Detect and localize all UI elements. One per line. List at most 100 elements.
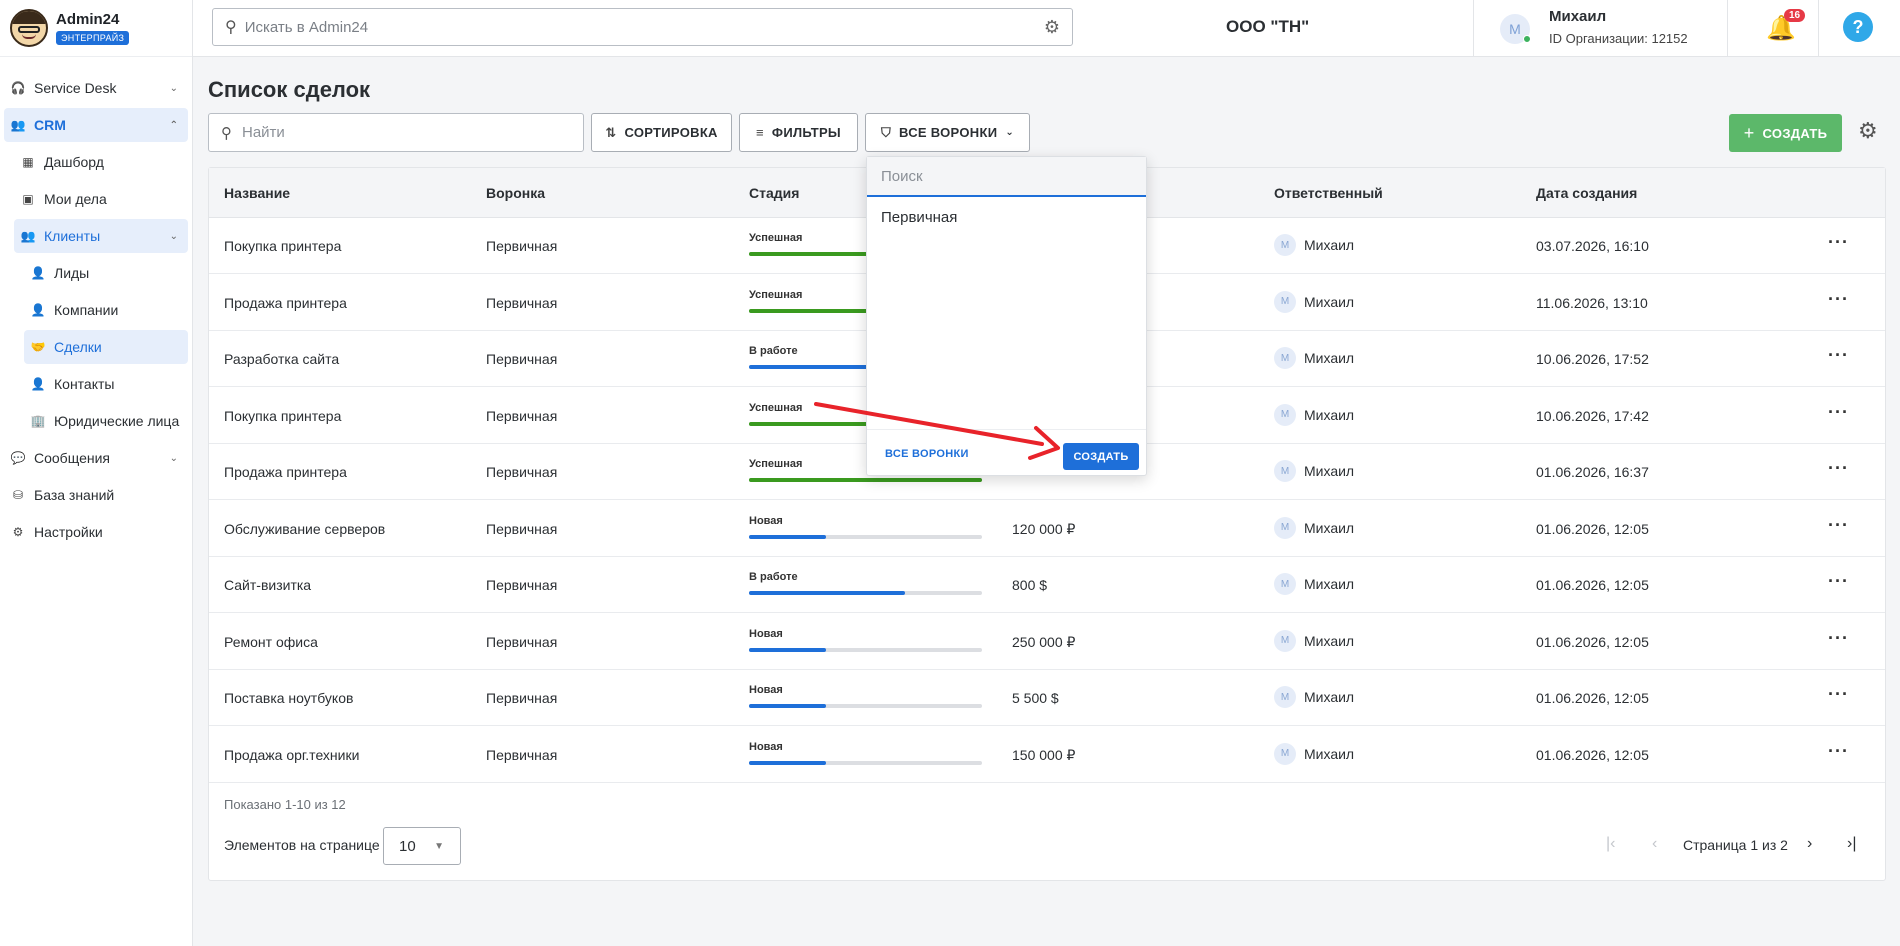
- table-row[interactable]: Сайт-визитка Первичная В работе 800 $ M …: [209, 557, 1885, 613]
- deal-name[interactable]: Продажа орг.техники: [224, 747, 359, 763]
- sidebar-item-messages[interactable]: 💬 Сообщения ⌄: [4, 441, 188, 475]
- table-row[interactable]: Ремонт офиса Первичная Новая 250 000 ₽ M…: [209, 614, 1885, 670]
- sidebar-item-my-tasks[interactable]: ▣ Мои дела: [14, 182, 188, 216]
- deal-search[interactable]: ⚲: [208, 113, 584, 152]
- deal-responsible: M Михаил: [1274, 573, 1354, 595]
- more-options-icon[interactable]: ···: [1828, 458, 1849, 479]
- deal-amount: 120 000 ₽: [1012, 520, 1076, 537]
- stage-label: В работе: [749, 571, 798, 583]
- sidebar-item-label: Дашборд: [44, 154, 104, 170]
- building-icon: 🏢: [30, 414, 46, 428]
- stage-label: Новая: [749, 514, 783, 527]
- sidebar-item-crm[interactable]: 👥 CRM ⌃: [4, 108, 188, 142]
- funnel-search-input[interactable]: [881, 167, 1121, 185]
- avatar: M: [1274, 742, 1296, 765]
- more-options-icon[interactable]: ···: [1828, 345, 1849, 366]
- avatar: M: [1274, 347, 1296, 369]
- deal-created-date: 01.06.2026, 12:05: [1536, 577, 1649, 593]
- column-header-created[interactable]: Дата создания: [1536, 185, 1637, 201]
- deal-created-date: 11.06.2026, 13:10: [1536, 294, 1648, 311]
- table-row[interactable]: Продажа орг.техники Первичная Новая 150 …: [209, 727, 1885, 783]
- chevron-down-icon: ⌄: [169, 82, 178, 94]
- column-header-funnel[interactable]: Воронка: [486, 185, 545, 201]
- responsible-name: Михаил: [1304, 632, 1355, 649]
- funnel-option-primary[interactable]: Первичная: [881, 209, 957, 226]
- per-page-value: 10: [399, 837, 416, 855]
- page-indicator: Страница 1 из 2: [1683, 837, 1788, 853]
- table-settings-gear-icon[interactable]: ⚙: [1858, 118, 1878, 144]
- deal-name[interactable]: Продажа принтера: [224, 464, 347, 480]
- user-menu[interactable]: M Михаил ID Организации: 12152: [1473, 0, 1728, 57]
- deal-amount: 5 500 $: [1012, 690, 1059, 706]
- next-page-icon[interactable]: ›: [1807, 835, 1812, 853]
- last-page-icon[interactable]: ›|: [1847, 835, 1856, 853]
- global-search[interactable]: ⚲ ⚙: [212, 8, 1073, 46]
- gear-icon: ⚙: [12, 525, 24, 539]
- deal-created-date: 03.07.2026, 16:10: [1536, 238, 1649, 254]
- sidebar-item-contacts[interactable]: 👤 Контакты: [24, 367, 188, 401]
- table-row[interactable]: Обслуживание серверов Первичная Новая 12…: [209, 501, 1885, 557]
- funnels-button[interactable]: ⛉ ВСЕ ВОРОНКИ ⌄: [865, 113, 1030, 152]
- filters-button[interactable]: ≡ ФИЛЬТРЫ: [739, 113, 858, 152]
- avatar: M: [1274, 629, 1296, 652]
- deal-name[interactable]: Обслуживание серверов: [224, 521, 385, 537]
- all-funnels-button[interactable]: ВСЕ ВОРОНКИ: [885, 448, 969, 460]
- prev-page-icon[interactable]: ‹: [1652, 835, 1657, 853]
- deal-search-input[interactable]: [242, 124, 562, 141]
- people-icon: 👥: [10, 118, 26, 132]
- table-row[interactable]: Поставка ноутбуков Первичная Новая 5 500…: [209, 670, 1885, 726]
- stage-progress: [749, 534, 982, 539]
- deal-stage: Новая: [749, 515, 982, 539]
- create-funnel-button[interactable]: СОЗДАТЬ: [1063, 443, 1139, 470]
- stage-progress: [749, 760, 982, 765]
- sidebar-item-clients[interactable]: 👥 Клиенты ⌄: [14, 219, 188, 253]
- deal-name[interactable]: Поставка ноутбуков: [224, 690, 353, 706]
- column-header-stage[interactable]: Стадия: [749, 185, 799, 201]
- responsible-name: Михаил: [1304, 237, 1355, 253]
- sidebar-item-leads[interactable]: 👤 Лиды: [24, 256, 188, 290]
- more-options-icon[interactable]: ···: [1828, 628, 1849, 649]
- deal-name[interactable]: Покупка принтера: [224, 238, 341, 254]
- deal-created-date: 01.06.2026, 16:37: [1536, 464, 1649, 480]
- sidebar-item-knowledge-base[interactable]: ⛁ База знаний: [4, 478, 188, 512]
- more-options-icon[interactable]: ···: [1828, 515, 1849, 536]
- stage-progress: [749, 591, 982, 595]
- person-icon: 👤: [30, 266, 46, 280]
- deal-name[interactable]: Ремонт офиса: [224, 634, 318, 650]
- deal-stage: Новая: [749, 628, 982, 652]
- column-header-responsible[interactable]: Ответственный: [1274, 185, 1383, 201]
- deal-created-date: 01.06.2026, 12:05: [1536, 746, 1649, 763]
- brand[interactable]: Admin24 ЭНТЕРПРАЙЗ: [0, 0, 192, 57]
- deal-responsible: M Михаил: [1274, 460, 1354, 482]
- org-name[interactable]: ООО "ТН": [1226, 17, 1309, 37]
- notifications-button[interactable]: 🔔 16: [1728, 0, 1819, 57]
- more-options-icon[interactable]: ···: [1828, 684, 1849, 705]
- more-options-icon[interactable]: ···: [1828, 289, 1849, 310]
- column-header-name[interactable]: Название: [224, 185, 290, 201]
- sort-button[interactable]: ⇅ СОРТИРОВКА: [591, 113, 732, 152]
- sidebar-item-companies[interactable]: 👤 Компании: [24, 293, 188, 327]
- deal-name[interactable]: Сайт-визитка: [224, 577, 311, 593]
- global-search-input[interactable]: [244, 18, 1005, 36]
- more-options-icon[interactable]: ···: [1828, 741, 1849, 762]
- deal-name[interactable]: Покупка принтера: [224, 408, 341, 424]
- sidebar-item-settings[interactable]: ⚙ Настройки: [4, 515, 188, 549]
- funnel-search[interactable]: [867, 157, 1146, 197]
- create-deal-button[interactable]: + СОЗДАТЬ: [1729, 114, 1842, 152]
- sidebar-item-deals[interactable]: 🤝 Сделки: [24, 330, 188, 364]
- per-page-select[interactable]: 10 ▼: [383, 827, 461, 865]
- funnel-dropdown: Первичная ВСЕ ВОРОНКИ СОЗДАТЬ: [866, 156, 1147, 476]
- first-page-icon[interactable]: |‹: [1606, 835, 1615, 853]
- more-options-icon[interactable]: ···: [1828, 402, 1849, 423]
- deal-name[interactable]: Разработка сайта: [224, 351, 339, 367]
- sidebar-item-service-desk[interactable]: 🎧 Service Desk ⌄: [4, 71, 188, 105]
- sidebar-item-legal-entities[interactable]: 🏢 Юридические лица: [24, 404, 188, 438]
- avatar: M: [1274, 516, 1296, 539]
- help-button[interactable]: ?: [1843, 12, 1873, 42]
- deal-name[interactable]: Продажа принтера: [224, 295, 347, 311]
- calendar-icon: ▣: [22, 192, 34, 206]
- gear-icon[interactable]: ⚙: [1044, 17, 1060, 38]
- sidebar-item-dashboard[interactable]: ▦ Дашборд: [14, 145, 188, 179]
- more-options-icon[interactable]: ···: [1828, 232, 1849, 253]
- more-options-icon[interactable]: ···: [1828, 571, 1849, 592]
